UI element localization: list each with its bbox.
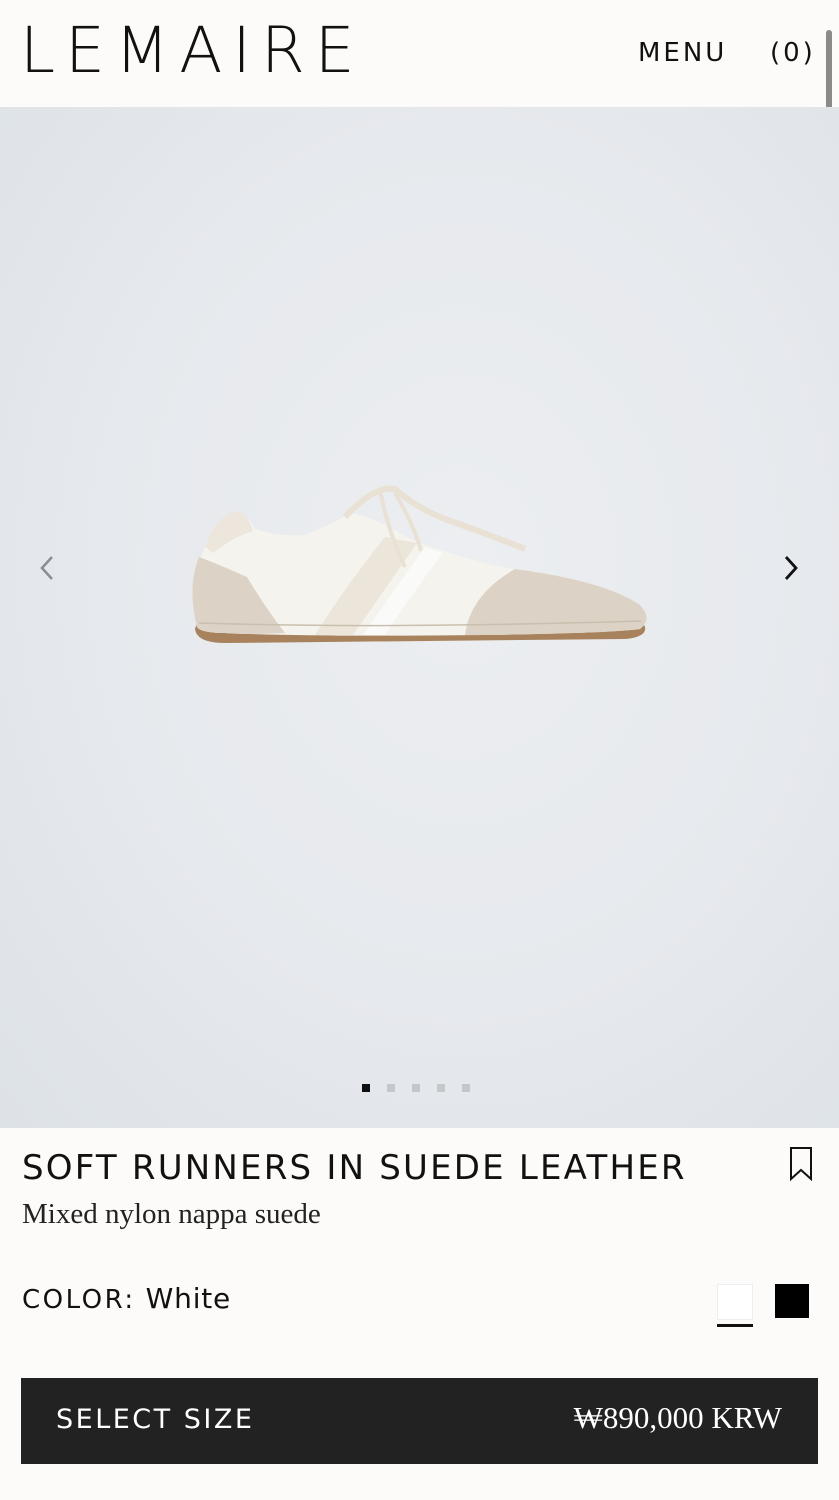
- product-title: SOFT RUNNERS IN SUEDE LEATHER: [22, 1148, 687, 1188]
- color-label: COLOR:: [22, 1285, 136, 1315]
- menu-button[interactable]: MENU: [638, 38, 727, 68]
- gallery-dot[interactable]: [362, 1084, 370, 1092]
- product-subtitle: Mixed nylon nappa suede: [22, 1198, 321, 1230]
- color-selector-label: COLOR: White: [22, 1282, 231, 1315]
- color-value: White: [145, 1282, 232, 1315]
- gallery-dot[interactable]: [437, 1084, 445, 1092]
- select-size-label: SELECT SIZE: [56, 1404, 255, 1435]
- gallery-pagination: [362, 1084, 470, 1092]
- gallery-dot[interactable]: [462, 1084, 470, 1092]
- bookmark-icon[interactable]: [788, 1146, 814, 1182]
- select-size-button[interactable]: SELECT SIZE ₩890,000 KRW: [21, 1378, 818, 1464]
- swatch-black[interactable]: [775, 1284, 809, 1318]
- gallery-dot[interactable]: [412, 1084, 420, 1092]
- cart-button[interactable]: (0): [770, 38, 816, 68]
- brand-logo[interactable]: LEMAIRE: [20, 16, 365, 86]
- product-image-gallery[interactable]: [0, 107, 839, 1128]
- chevron-left-icon[interactable]: [36, 551, 58, 585]
- gallery-dot[interactable]: [387, 1084, 395, 1092]
- product-price: ₩890,000 KRW: [573, 1400, 782, 1435]
- site-header: LEMAIRE MENU (0): [0, 0, 839, 107]
- swatch-white[interactable]: [717, 1284, 753, 1320]
- chevron-right-icon[interactable]: [780, 551, 802, 585]
- product-image: [192, 485, 647, 643]
- swatch-selected-indicator: [717, 1324, 753, 1327]
